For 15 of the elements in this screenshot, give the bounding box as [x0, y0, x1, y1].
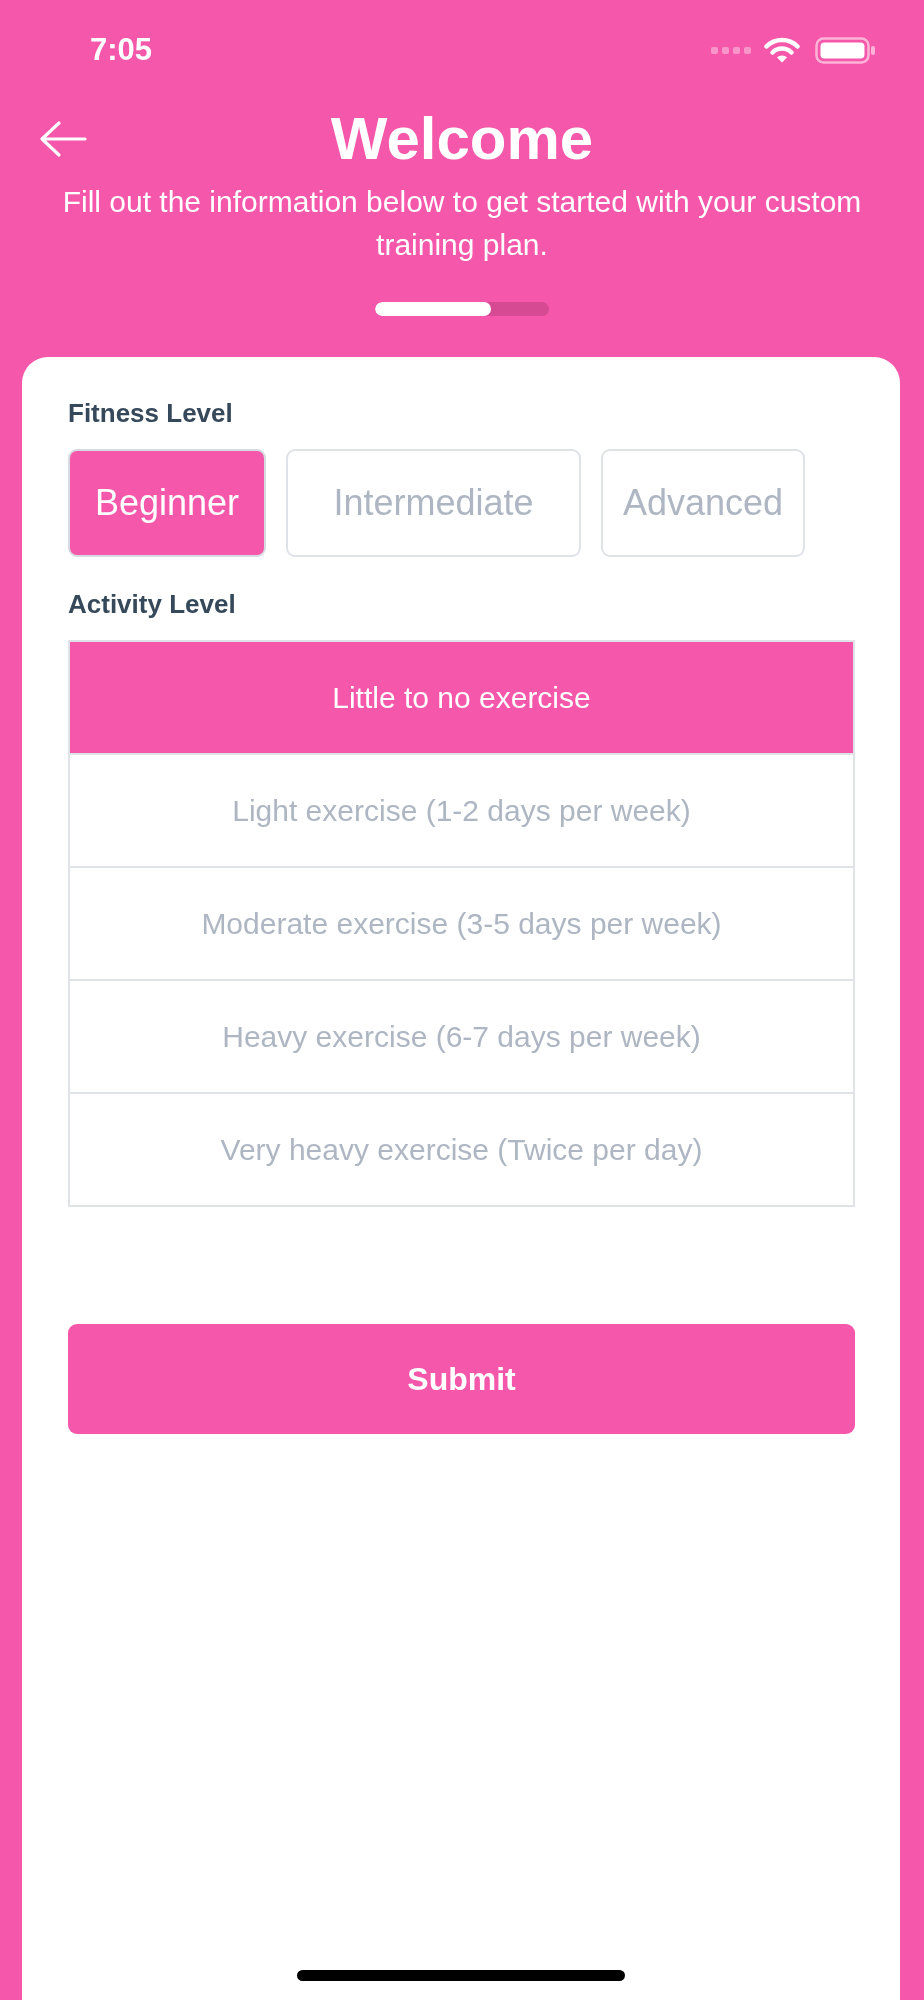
- wifi-icon: [764, 37, 800, 63]
- status-time: 7:05: [90, 32, 153, 68]
- section-label: Fitness Level: [68, 397, 234, 429]
- page-title: Welcome: [330, 104, 594, 174]
- section-label: Activity Level: [68, 588, 237, 620]
- fitness-option[interactable]: Beginner: [68, 449, 266, 557]
- back-button[interactable]: [38, 120, 88, 158]
- activity-option[interactable]: Little to no exercise: [70, 642, 853, 753]
- subtitle-text: Fill out the information below to get started with your custom training plan.: [61, 184, 863, 263]
- submit-button[interactable]: Submit: [68, 1324, 855, 1434]
- battery-icon: [815, 36, 875, 64]
- fitness-option[interactable]: Advanced: [601, 449, 805, 557]
- fitness-option[interactable]: Intermediate: [286, 449, 581, 557]
- signal-icon: [711, 46, 751, 54]
- back-arrow-icon: [38, 120, 88, 158]
